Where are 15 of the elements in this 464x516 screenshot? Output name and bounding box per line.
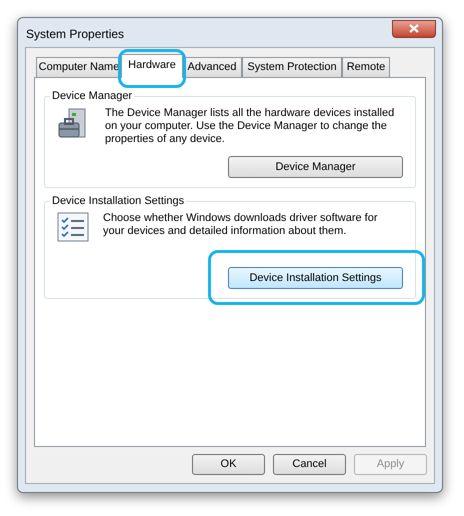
window-title: System Properties xyxy=(26,26,124,43)
tab[interactable]: Hardware xyxy=(121,54,183,78)
dialog-button[interactable]: OK xyxy=(192,454,265,475)
checklist-icon xyxy=(57,212,89,242)
dialog-button[interactable]: Cancel xyxy=(273,454,346,475)
group-title: Device Installation Settings xyxy=(50,194,186,208)
tab[interactable]: Remote xyxy=(342,57,390,77)
group-description: Choose whether Windows downloads driver software for your devices and detailed information about them. xyxy=(103,212,379,238)
group-button[interactable]: Device Installation Settings xyxy=(228,267,403,289)
group-description: The Device Manager lists all the hardware devices installed on your computer. Use the Device Manager to change the properties of any device. xyxy=(105,107,396,146)
group-button[interactable]: Device Manager xyxy=(228,156,403,178)
close-button[interactable] xyxy=(392,20,436,38)
close-icon xyxy=(409,24,419,33)
group-title: Device Manager xyxy=(50,89,134,103)
tab[interactable]: System Protection xyxy=(242,57,342,77)
